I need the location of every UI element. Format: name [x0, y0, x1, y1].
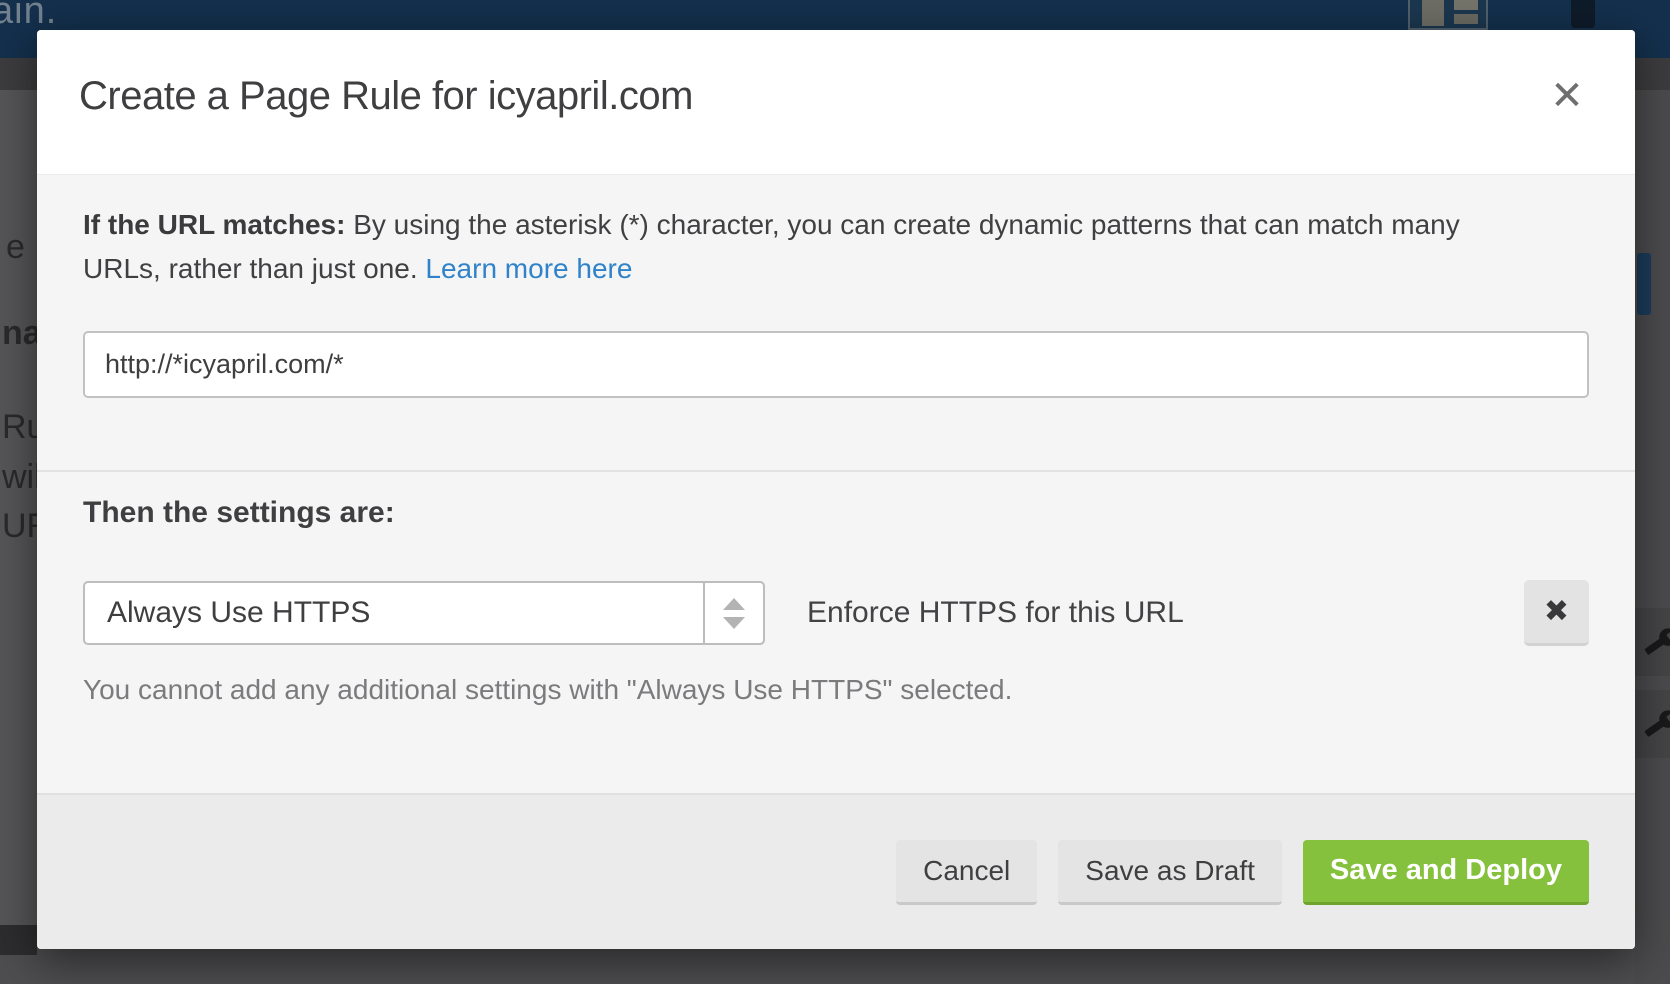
- save-draft-button[interactable]: Save as Draft: [1058, 840, 1282, 905]
- background-settings-row: [1635, 690, 1670, 758]
- wrench-icon: [1642, 623, 1670, 660]
- layout-icon: [1408, 0, 1488, 30]
- create-page-rule-dialog: Create a Page Rule for icyapril.com ✕ If…: [37, 30, 1635, 949]
- background-text-fragment: Ru: [2, 408, 37, 447]
- chevron-down-icon: [723, 617, 745, 629]
- background-text-fragment: UR: [2, 507, 37, 546]
- url-match-section: If the URL matches: By using the asteris…: [37, 175, 1635, 470]
- remove-setting-button[interactable]: ✖: [1524, 580, 1589, 646]
- chevron-up-icon: [723, 598, 745, 610]
- setting-select-value: Always Use HTTPS: [85, 596, 703, 630]
- background-dark-band: [0, 925, 37, 955]
- settings-helper-text: You cannot add any additional settings w…: [83, 674, 1589, 706]
- remove-icon: ✖: [1544, 595, 1569, 628]
- layout-icon-block: [1422, 0, 1444, 26]
- setting-select[interactable]: Always Use HTTPS: [83, 581, 765, 645]
- wrench-icon: [1642, 705, 1670, 742]
- background-text-fragment: e: [6, 228, 25, 267]
- background-right-strip: [1635, 90, 1670, 984]
- layout-icon-bar: [1454, 14, 1478, 24]
- cancel-button[interactable]: Cancel: [896, 840, 1037, 905]
- learn-more-link[interactable]: Learn more here: [425, 253, 632, 284]
- select-spinner[interactable]: [703, 583, 763, 643]
- layout-icon-bar: [1454, 0, 1478, 10]
- setting-row: Always Use HTTPS Enforce HTTPS for this …: [83, 580, 1589, 646]
- close-icon[interactable]: ✕: [1545, 74, 1589, 118]
- background-button-edge: [1637, 253, 1651, 315]
- notification-icon: [1571, 0, 1595, 28]
- screen: ain. e nav Ru will UR Create a Page Rule…: [0, 0, 1670, 984]
- background-text-fragment: nav: [2, 314, 37, 353]
- background-left-strip: e nav Ru will UR: [0, 90, 37, 950]
- url-match-label: If the URL matches:: [83, 209, 345, 240]
- background-text-fragment: will: [2, 458, 37, 497]
- dialog-title: Create a Page Rule for icyapril.com: [79, 74, 1593, 119]
- settings-section: Then the settings are: Always Use HTTPS …: [37, 470, 1635, 793]
- background-settings-row: [1635, 608, 1670, 676]
- url-match-description: If the URL matches: By using the asteris…: [83, 175, 1513, 291]
- background-text-fragment: ain.: [0, 0, 57, 33]
- dialog-header: Create a Page Rule for icyapril.com ✕: [37, 30, 1635, 175]
- dialog-footer: Cancel Save as Draft Save and Deploy: [37, 793, 1635, 949]
- url-pattern-input[interactable]: [83, 331, 1589, 398]
- settings-heading: Then the settings are:: [83, 472, 1589, 530]
- setting-description: Enforce HTTPS for this URL: [807, 596, 1184, 630]
- save-deploy-button[interactable]: Save and Deploy: [1303, 840, 1589, 905]
